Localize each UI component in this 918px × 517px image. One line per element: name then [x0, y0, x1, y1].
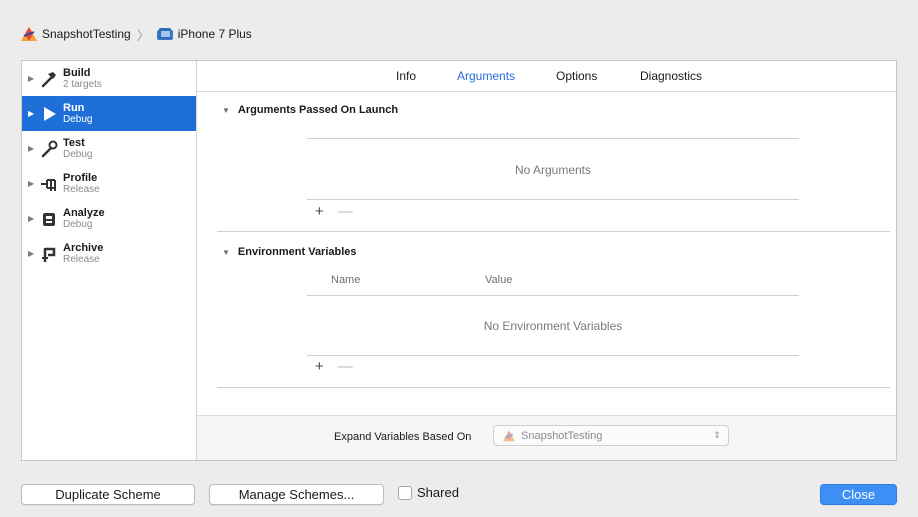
shared-label[interactable]: Shared	[417, 485, 459, 500]
column-header-value[interactable]: Value	[485, 274, 512, 286]
sidebar-item-build[interactable]: ▶ Build 2 targets	[22, 61, 196, 96]
disclosure-triangle-icon[interactable]: ▼	[222, 106, 230, 115]
disclosure-triangle-icon[interactable]: ▶	[28, 179, 38, 188]
disclosure-triangle-icon[interactable]: ▼	[222, 248, 230, 257]
iphone-device-icon	[156, 27, 174, 41]
arguments-section-header[interactable]: ▼ Arguments Passed On Launch	[222, 104, 398, 116]
expand-variables-value: SnapshotTesting	[521, 429, 603, 442]
hammer-icon	[38, 68, 60, 90]
disclosure-triangle-icon[interactable]: ▶	[28, 144, 38, 153]
play-icon	[38, 103, 60, 125]
column-header-name[interactable]: Name	[331, 274, 360, 286]
environment-empty-text: No Environment Variables	[483, 319, 623, 333]
scheme-editor-window: SnapshotTesting 〉 iPhone 7 Plus ▶ Build …	[0, 0, 918, 517]
sidebar-item-title: Profile	[63, 171, 98, 184]
sidebar-item-title: Run	[63, 101, 85, 114]
sidebar-item-subtitle: 2 targets	[63, 78, 102, 90]
wrench-icon	[38, 138, 60, 160]
tab-arguments[interactable]: Arguments	[457, 69, 515, 83]
divider	[217, 387, 890, 388]
expand-variables-select[interactable]: SnapshotTesting ⇕	[493, 425, 729, 446]
divider	[307, 355, 799, 356]
expand-variables-row: Expand Variables Based On SnapshotTestin…	[197, 415, 896, 460]
sidebar-item-profile[interactable]: ▶ Profile Release	[22, 166, 196, 201]
arguments-empty-text: No Arguments	[514, 163, 592, 177]
sidebar-item-title: Analyze	[63, 206, 105, 219]
xcode-project-icon	[20, 26, 38, 42]
sidebar-item-subtitle: Release	[63, 253, 100, 265]
breadcrumb-project[interactable]: SnapshotTesting	[42, 27, 131, 41]
remove-argument-button[interactable]: —	[338, 203, 353, 220]
scheme-content: Info Arguments Options Diagnostics ▼ Arg…	[197, 61, 896, 460]
chevron-up-down-icon: ⇕	[713, 430, 721, 440]
sidebar-item-test[interactable]: ▶ Test Debug	[22, 131, 196, 166]
disclosure-triangle-icon[interactable]: ▶	[28, 214, 38, 223]
breadcrumb-separator: 〉	[136, 27, 150, 43]
breadcrumb: SnapshotTesting 〉 iPhone 7 Plus	[20, 25, 252, 43]
add-argument-button[interactable]: +	[315, 203, 324, 220]
tuning-fork-icon	[38, 173, 60, 195]
tab-info[interactable]: Info	[396, 69, 416, 83]
tab-bar: Info Arguments Options Diagnostics	[197, 61, 896, 92]
manage-schemes-button[interactable]: Manage Schemes...	[209, 484, 384, 505]
xcode-project-icon	[502, 430, 516, 442]
divider	[307, 138, 799, 139]
sidebar-item-subtitle: Debug	[63, 148, 93, 160]
analyze-icon	[38, 208, 60, 230]
environment-section-title: Environment Variables	[237, 246, 357, 258]
sidebar-item-subtitle: Release	[63, 183, 100, 195]
archive-icon	[38, 243, 60, 265]
environment-section-header[interactable]: ▼ Environment Variables	[222, 246, 357, 258]
divider	[307, 295, 799, 296]
shared-checkbox[interactable]	[398, 485, 412, 500]
sidebar-item-subtitle: Debug	[63, 218, 93, 230]
sidebar-item-analyze[interactable]: ▶ Analyze Debug	[22, 201, 196, 236]
sidebar-item-archive[interactable]: ▶ Archive Release	[22, 236, 196, 271]
tab-options[interactable]: Options	[556, 69, 597, 83]
divider	[217, 231, 890, 232]
disclosure-triangle-icon[interactable]: ▶	[28, 249, 38, 258]
add-variable-button[interactable]: +	[315, 358, 324, 375]
shared-checkbox-group[interactable]: Shared	[398, 485, 459, 500]
disclosure-triangle-icon[interactable]: ▶	[28, 74, 38, 83]
close-button[interactable]: Close	[820, 484, 897, 505]
breadcrumb-device[interactable]: iPhone 7 Plus	[178, 27, 252, 41]
arguments-add-remove: + —	[315, 203, 353, 220]
duplicate-scheme-button[interactable]: Duplicate Scheme	[21, 484, 195, 505]
environment-add-remove: + —	[315, 358, 353, 375]
sidebar-item-subtitle: Debug	[63, 113, 93, 125]
disclosure-triangle-icon[interactable]: ▶	[28, 109, 38, 118]
sidebar-item-run[interactable]: ▶ Run Debug	[22, 96, 196, 131]
scheme-panel: ▶ Build 2 targets ▶ Run Debug ▶ Test Deb…	[21, 60, 897, 461]
tab-diagnostics[interactable]: Diagnostics	[640, 69, 702, 83]
remove-variable-button[interactable]: —	[338, 358, 353, 375]
sidebar-item-title: Build	[63, 66, 91, 79]
divider	[307, 199, 799, 200]
sidebar-item-title: Archive	[63, 241, 104, 254]
scheme-actions-sidebar: ▶ Build 2 targets ▶ Run Debug ▶ Test Deb…	[22, 61, 197, 460]
expand-variables-label: Expand Variables Based On	[334, 431, 472, 443]
sidebar-item-title: Test	[63, 136, 85, 149]
arguments-section-title: Arguments Passed On Launch	[237, 104, 399, 116]
